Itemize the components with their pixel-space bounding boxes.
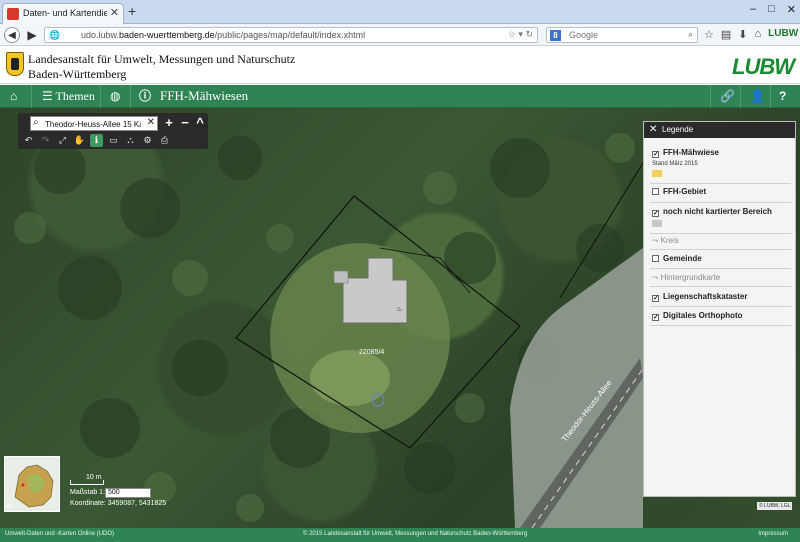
site-header: Landesanstalt für Umwelt, Messungen und … [0, 47, 800, 84]
minimize-button[interactable]: – [750, 3, 756, 16]
measure-icon[interactable]: ▭ [107, 134, 120, 147]
expand-arrow-icon[interactable]: ⤳ [652, 236, 661, 245]
legend-item-ffh-gebiet[interactable]: FFH-Gebiet [652, 187, 706, 196]
svg-text:♨: ♨ [396, 305, 402, 313]
home-icon[interactable]: ⌂ [10, 89, 17, 103]
legend-item-ffh-maehwiese[interactable]: ✓ FFH-Mähwiese [652, 148, 719, 158]
forward-arrow-icon[interactable]: ▶ [24, 27, 40, 43]
user-icon[interactable]: 👤 [750, 89, 765, 103]
clear-search-icon[interactable]: ✕ [147, 117, 155, 128]
collapse-toolbar-button[interactable]: ^ [193, 116, 207, 131]
legend-swatch-ffh [652, 170, 662, 177]
address-search-box[interactable]: ⌕ ✕ [30, 116, 158, 131]
full-extent-icon[interactable]: ⤢ [56, 134, 69, 147]
back-arrow-icon[interactable]: ◀ [4, 27, 20, 43]
legend-item-unmapped[interactable]: ✓ noch nicht kartierter Bereich [652, 207, 772, 217]
impressum-link[interactable]: Impressum [758, 531, 788, 537]
browser-toolbar-icons: ☆ ▤ ⬇ ⌂ LUBW ≡ [704, 28, 800, 41]
checkbox-unchecked-icon[interactable] [652, 188, 659, 195]
new-tab-button[interactable]: + [128, 4, 136, 18]
footer-copyright: © 2015 Landesanstalt für Umwelt, Messung… [303, 531, 528, 537]
legend-panel: ✕ Legende ✓ FFH-Mähwiese Stand März 2015 … [643, 121, 796, 497]
tab-title: Daten- und Kartendienst d... [23, 8, 107, 18]
legend-item-gemeinde[interactable]: Gemeinde [652, 254, 702, 263]
download-icon[interactable]: ⬇ [738, 28, 747, 41]
map-canvas[interactable]: ♨ 22085/4 Theodor-Heuss-Allee ⌕ ✕ + − ^ … [0, 108, 800, 528]
footer-left-text: Umwelt-Daten und -Karten Online (UDO) [5, 531, 115, 537]
legend-stand-label: Stand März 2015 [652, 161, 698, 167]
address-search-input[interactable] [45, 118, 141, 130]
info-tool-icon[interactable]: ℹ [90, 134, 103, 147]
bookmark-star-icon[interactable]: ☆ [704, 28, 714, 41]
home-browser-icon[interactable]: ⌂ [755, 28, 762, 41]
tab-close-icon[interactable]: ✕ [110, 6, 119, 19]
coat-of-arms-icon [6, 52, 24, 76]
checkbox-checked-icon[interactable]: ✓ [652, 295, 659, 302]
globe-icon[interactable]: ◍ [110, 89, 120, 103]
legend-item-liegenschaftskataster[interactable]: ✓ Liegenschaftskataster [652, 292, 747, 302]
legend-swatch-unmapped [652, 220, 662, 227]
lubw-extension-icon[interactable]: LUBW [768, 28, 798, 41]
lubw-logo[interactable]: LUBW [732, 54, 795, 80]
resize-arrow-icon[interactable]: ↙ [6, 500, 14, 511]
coordinate-readout: Koordinate: 3459087, 5431825 [70, 500, 167, 507]
favicon-icon [7, 8, 19, 20]
checkbox-checked-icon[interactable]: ✓ [652, 314, 659, 321]
map-tools-row: ↶ ↷ ⤢ ✋ ℹ ▭ ⛬ ⚙ ⎙ [22, 134, 171, 147]
print-icon[interactable]: ⎙ [158, 134, 171, 147]
page-title: FFH-Mähwiesen [160, 88, 249, 103]
themes-button[interactable]: ☰ Themen [42, 89, 95, 104]
url-text: udo.lubw.baden-wuerttemberg.de/public/pa… [81, 30, 366, 40]
legend-item-orthophoto[interactable]: ✓ Digitales Orthophoto [652, 311, 743, 321]
org-name-line1: Landesanstalt für Umwelt, Messungen und … [28, 52, 296, 66]
legend-item-kreis[interactable]: ⤳ Kreis [652, 236, 679, 246]
legend-item-hintergrundkarte[interactable]: ⤳ Hintergrundkarte [652, 273, 720, 283]
link-icon[interactable]: 🔗 [720, 89, 735, 103]
help-icon[interactable]: ? [779, 89, 786, 103]
massstab-label: Maßstab 1: [70, 489, 106, 496]
checkbox-checked-icon[interactable]: ✓ [652, 151, 659, 158]
legend-header: ✕ Legende [644, 122, 795, 138]
parcel-number-label: 22085/4 [359, 349, 385, 356]
close-legend-icon[interactable]: ✕ [649, 124, 657, 135]
checkbox-checked-icon[interactable]: ✓ [652, 210, 659, 217]
undo-icon[interactable]: ↶ [22, 134, 35, 147]
site-identity-icon[interactable]: 🌐 [49, 30, 60, 41]
map-toolbar: ⌕ ✕ + − ^ ↶ ↷ ⤢ ✋ ℹ ▭ ⛬ ⚙ ⎙ [18, 113, 208, 149]
redo-icon[interactable]: ↷ [39, 134, 52, 147]
maximize-button[interactable]: □ [768, 3, 775, 16]
search-placeholder: Google [569, 30, 599, 40]
bookmarks-icon[interactable]: ▤ [721, 28, 731, 41]
search-icon[interactable]: ⌕ [33, 117, 39, 128]
info-icon[interactable]: ⓘ [139, 89, 151, 103]
window-controls: – □ ✕ [750, 3, 796, 16]
org-name-line2: Baden-Württemberg [28, 67, 127, 81]
settings-gear-icon[interactable]: ⚙ [141, 134, 154, 147]
search-engine-icon[interactable]: 8 [550, 30, 561, 41]
expand-arrow-icon[interactable]: ⤳ [652, 273, 661, 282]
zoom-out-button[interactable]: − [178, 116, 192, 131]
browser-search-bar[interactable]: 8 Google ⌕ [546, 27, 698, 43]
search-icon[interactable]: ⌕ [688, 29, 693, 40]
browser-tab[interactable]: Daten- und Kartendienst d... ✕ [2, 3, 124, 24]
page-footer: Umwelt-Daten und -Karten Online (UDO) © … [0, 528, 800, 542]
scale-label: 10 m [86, 474, 102, 481]
draw-icon[interactable]: ⛬ [124, 134, 137, 147]
close-window-button[interactable]: ✕ [787, 3, 796, 16]
scale-input[interactable]: 500 [105, 488, 151, 498]
zoom-in-button[interactable]: + [162, 116, 176, 131]
url-bar[interactable]: 🌐 udo.lubw.baden-wuerttemberg.de/public/… [44, 27, 538, 43]
pan-hand-icon[interactable]: ✋ [73, 134, 86, 147]
legend-title: Legende [662, 125, 694, 134]
checkbox-unchecked-icon[interactable] [652, 255, 659, 262]
reload-icon[interactable]: ☆ ▾ ↻ [508, 29, 533, 40]
browser-nav-bar: ◀ ▶ 🌐 udo.lubw.baden-wuerttemberg.de/pub… [0, 24, 800, 46]
menu-icon: ☰ [42, 89, 56, 103]
app-bar: ⌂ ☰ Themen ◍ ⓘ FFH-Mähwiesen 🔗 👤 ? [0, 85, 800, 108]
browser-tab-bar: Daten- und Kartendienst d... ✕ + – □ ✕ [0, 0, 800, 24]
map-copyright: © LUBW, LGL [757, 502, 793, 510]
